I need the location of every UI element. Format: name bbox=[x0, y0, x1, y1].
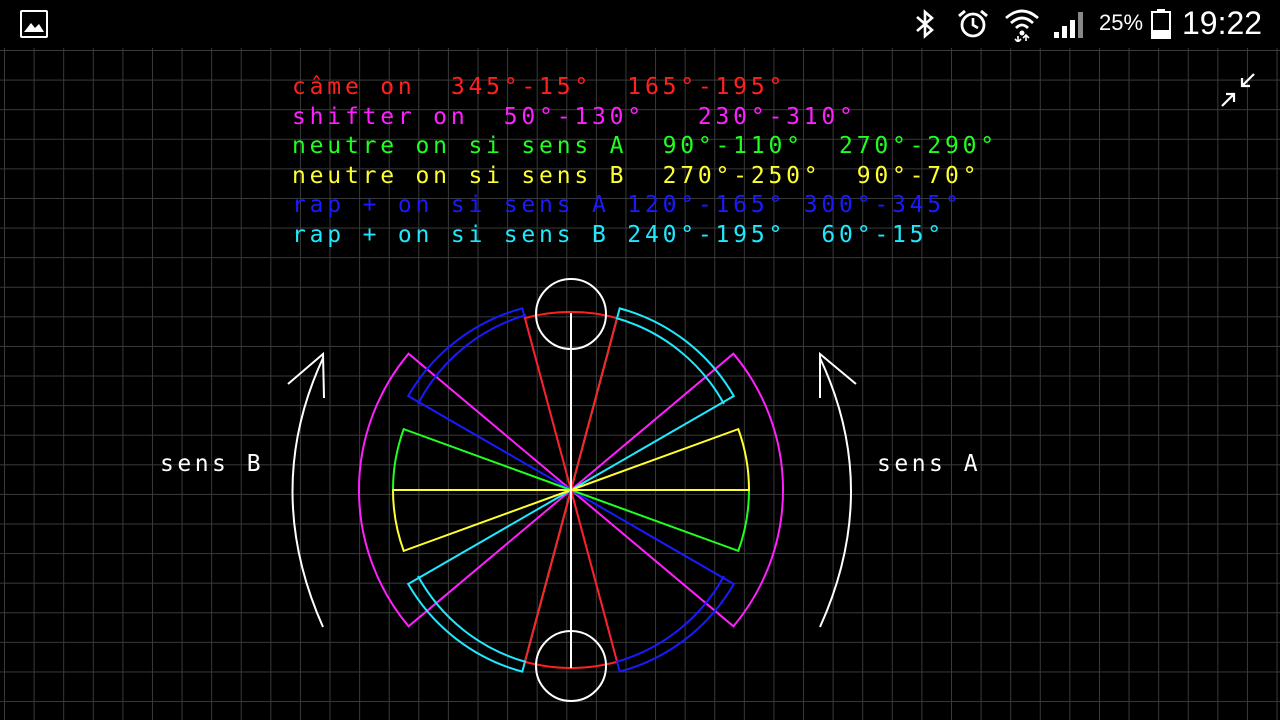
rotation-arrow-sens-a bbox=[819, 357, 852, 628]
label-sens-a: sens A bbox=[877, 451, 982, 477]
arrowhead-sens-b bbox=[287, 351, 325, 399]
cam-diagram bbox=[287, 278, 857, 702]
rotation-arrow-sens-b bbox=[291, 357, 324, 628]
arrowhead-sens-a bbox=[819, 351, 857, 398]
label-sens-b: sens B bbox=[160, 451, 265, 477]
circle-arc-rap-a-top bbox=[417, 314, 527, 405]
